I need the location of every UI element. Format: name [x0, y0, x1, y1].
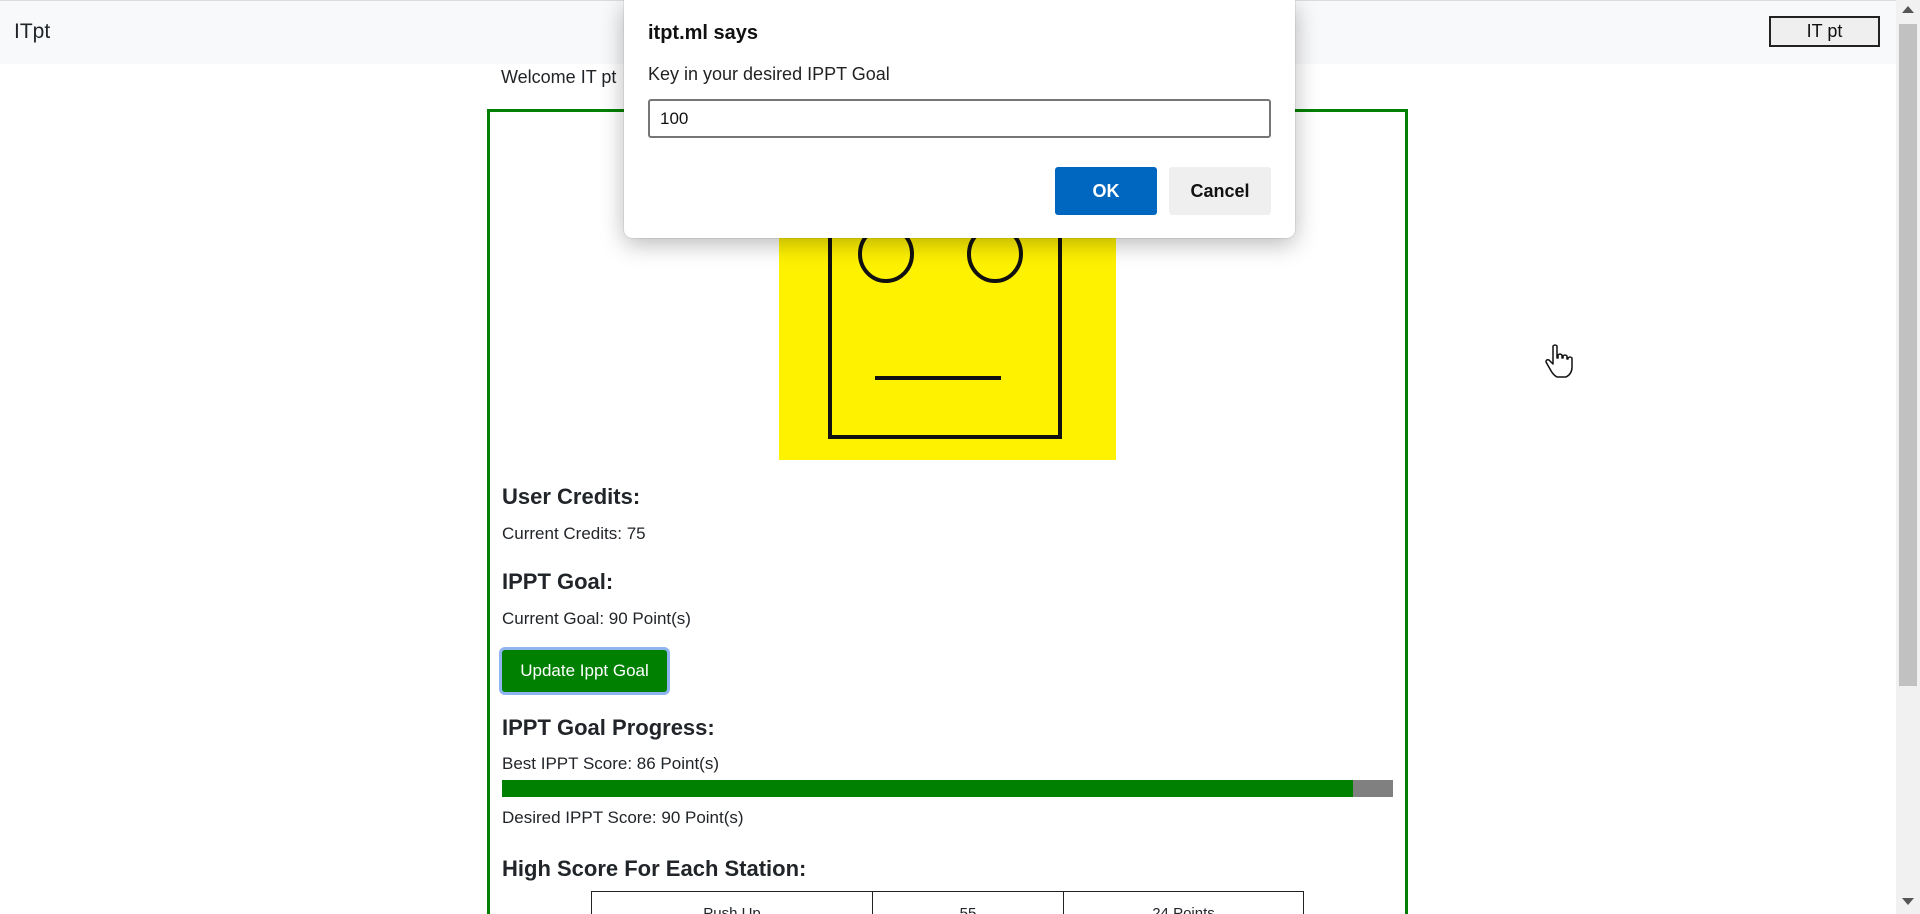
welcome-text: Welcome IT pt [501, 67, 617, 87]
scrollbar-thumb[interactable] [1899, 24, 1917, 686]
update-goal-button[interactable]: Update Ippt Goal [502, 650, 667, 692]
current-goal-text: Current Goal: 90 Point(s) [502, 609, 691, 628]
scroll-down-arrow-icon[interactable] [1902, 898, 1914, 905]
station-name-cell: Push Up [591, 891, 873, 914]
cancel-button[interactable]: Cancel [1169, 167, 1271, 215]
credits-heading: User Credits: [502, 484, 641, 509]
station-scores-table: Push Up 55 24 Points [591, 891, 1304, 914]
goal-input[interactable] [648, 99, 1271, 138]
user-menu-button[interactable]: IT pt [1769, 16, 1880, 47]
dialog-title: itpt.ml says [648, 22, 759, 44]
prompt-dialog: itpt.ml says Key in your desired IPPT Go… [624, 0, 1295, 238]
dialog-message: Key in your desired IPPT Goal [648, 64, 890, 84]
hand-pointer-icon [1545, 344, 1573, 378]
current-credits-text: Current Credits: 75 [502, 524, 646, 543]
best-score-text: Best IPPT Score: 86 Point(s) [502, 754, 719, 773]
scroll-up-arrow-icon[interactable] [1902, 6, 1914, 13]
table-row: Push Up 55 24 Points [591, 891, 1304, 914]
brand-link[interactable]: ITpt [14, 20, 50, 44]
goal-progress-bar [502, 780, 1393, 797]
station-points-cell: 24 Points [1063, 891, 1304, 914]
station-value-cell: 55 [872, 891, 1064, 914]
stations-heading: High Score For Each Station: [502, 856, 807, 881]
goal-progress-fill [502, 780, 1354, 797]
page: ITpt IT pt Welcome IT pt User Credits: C… [0, 0, 1920, 914]
vertical-scrollbar[interactable] [1896, 0, 1920, 914]
goal-heading: IPPT Goal: [502, 569, 614, 594]
ok-button[interactable]: OK [1055, 167, 1157, 215]
progress-heading: IPPT Goal Progress: [502, 715, 715, 740]
desired-score-text: Desired IPPT Score: 90 Point(s) [502, 808, 744, 827]
